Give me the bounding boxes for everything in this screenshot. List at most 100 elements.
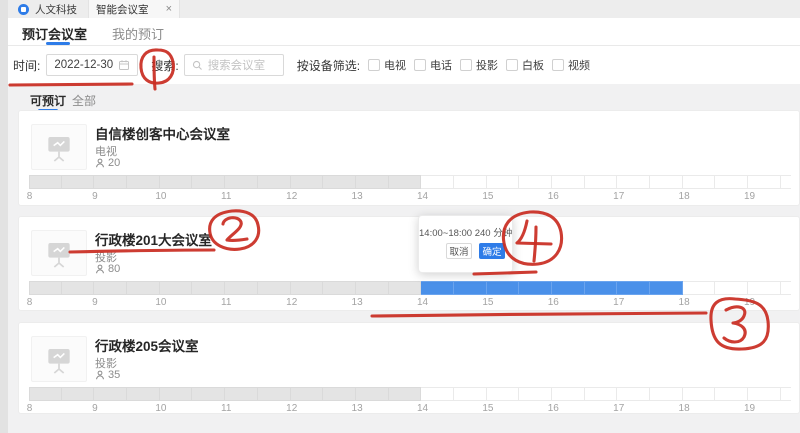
timeline-slot[interactable] (323, 387, 356, 401)
tab-my-bookings[interactable]: 我的预订 (112, 24, 164, 43)
timeline-slot[interactable] (160, 387, 193, 401)
timeline-slot[interactable] (487, 387, 520, 401)
timeline-slot[interactable] (552, 387, 585, 401)
timeline-slot[interactable] (683, 387, 716, 401)
timeline-slot[interactable] (356, 281, 389, 295)
timeline-slot[interactable] (192, 175, 225, 189)
timeline-slot[interactable] (781, 281, 791, 295)
timeline-slot[interactable] (291, 175, 324, 189)
timeline-slot[interactable] (62, 281, 95, 295)
presentation-board-icon (43, 237, 75, 269)
hour-label: 10 (155, 191, 166, 202)
timeline-slot[interactable] (421, 175, 454, 189)
timeline-slot[interactable] (356, 175, 389, 189)
timeline-slot[interactable] (29, 175, 62, 189)
timeline-slot[interactable] (683, 281, 716, 295)
timeline-slot[interactable] (454, 175, 487, 189)
date-input[interactable]: 2022-12-30 (46, 54, 138, 76)
hour-labels: 8910111213141516171819 (29, 297, 791, 309)
timeline-slot[interactable] (389, 387, 422, 401)
timeline-slot[interactable] (617, 175, 650, 189)
timeline-slot[interactable] (323, 281, 356, 295)
phone-checkbox[interactable] (414, 59, 426, 71)
timeline-slot[interactable] (650, 387, 683, 401)
timeline-slot[interactable] (715, 281, 748, 295)
hour-label: 17 (613, 191, 624, 202)
cancel-button[interactable]: 取消 (446, 243, 472, 259)
timeline-slot[interactable] (781, 387, 791, 401)
timeline-slot[interactable] (421, 387, 454, 401)
timeline-slot[interactable] (585, 175, 618, 189)
timeline-slot[interactable] (94, 387, 127, 401)
timeline-slot[interactable] (192, 281, 225, 295)
tv-checkbox[interactable] (368, 59, 380, 71)
timeline-slot[interactable] (389, 175, 422, 189)
timeline-slot[interactable] (650, 175, 683, 189)
timeline-slot[interactable] (650, 281, 683, 295)
timeline-slot[interactable] (94, 281, 127, 295)
close-tab-icon[interactable]: × (166, 4, 172, 15)
timeline-slot[interactable] (225, 175, 258, 189)
whiteboard-checkbox[interactable] (506, 59, 518, 71)
timeline-slot[interactable] (715, 387, 748, 401)
timeline-slot[interactable] (62, 387, 95, 401)
window-tab[interactable]: 智能会议室 × (88, 0, 180, 18)
timeline-slot[interactable] (127, 175, 160, 189)
search-input[interactable]: 搜索会议室 (184, 54, 284, 76)
timeline-slot[interactable] (552, 281, 585, 295)
hour-label: 18 (679, 297, 690, 308)
timeline-slot[interactable] (94, 175, 127, 189)
timeline-slot[interactable] (29, 387, 62, 401)
timeline-slot[interactable] (585, 387, 618, 401)
timeline-slot[interactable] (454, 281, 487, 295)
timeline-slot[interactable] (258, 387, 291, 401)
timeline-slot[interactable] (617, 281, 650, 295)
person-icon (95, 370, 105, 380)
timeline-slot[interactable] (160, 175, 193, 189)
timeline-slot[interactable] (552, 175, 585, 189)
timeline-slot[interactable] (748, 387, 781, 401)
device-filter-label: 按设备筛选: (297, 57, 360, 74)
timeline-slot[interactable] (487, 281, 520, 295)
tab-all[interactable]: 全部 (72, 92, 96, 109)
timeline-slot[interactable] (29, 281, 62, 295)
timeline-slot[interactable] (748, 175, 781, 189)
timeline-slot[interactable] (519, 175, 552, 189)
timeline-slot[interactable] (127, 387, 160, 401)
booking-time-range: 14:00~18:00 240 分钟 (419, 225, 512, 239)
timeline-slot[interactable] (683, 175, 716, 189)
timeline-slot[interactable] (192, 387, 225, 401)
timeline-slot[interactable] (225, 387, 258, 401)
timeline-slot[interactable] (323, 175, 356, 189)
timeline-slot[interactable] (519, 387, 552, 401)
hour-label: 18 (679, 403, 690, 414)
timeline-slot[interactable] (127, 281, 160, 295)
timeline-slot[interactable] (519, 281, 552, 295)
tab-available[interactable]: 可预订 (30, 92, 66, 109)
projector-checkbox[interactable] (460, 59, 472, 71)
timeline-slot[interactable] (258, 281, 291, 295)
timeline-slot[interactable] (421, 281, 454, 295)
timeline-slot[interactable] (487, 175, 520, 189)
confirm-button[interactable]: 确定 (479, 243, 505, 259)
tab-book-room[interactable]: 预订会议室 (22, 24, 87, 43)
timeline-slot[interactable] (160, 281, 193, 295)
hour-label: 10 (155, 297, 166, 308)
timeline-slot[interactable] (454, 387, 487, 401)
hour-label: 8 (27, 297, 33, 308)
timeline-slot[interactable] (389, 281, 422, 295)
timeline-slot[interactable] (291, 387, 324, 401)
timeline-slot[interactable] (781, 175, 791, 189)
timeline-slot[interactable] (258, 175, 291, 189)
hour-label: 15 (482, 191, 493, 202)
video-checkbox[interactable] (552, 59, 564, 71)
timeline-slot[interactable] (617, 387, 650, 401)
timeline-slot[interactable] (748, 281, 781, 295)
timeline-slot[interactable] (715, 175, 748, 189)
timeline-slot[interactable] (225, 281, 258, 295)
timeline-slot[interactable] (356, 387, 389, 401)
device-option-video: 视频 (552, 57, 590, 73)
timeline-slot[interactable] (585, 281, 618, 295)
timeline-slot[interactable] (62, 175, 95, 189)
timeline-slot[interactable] (291, 281, 324, 295)
